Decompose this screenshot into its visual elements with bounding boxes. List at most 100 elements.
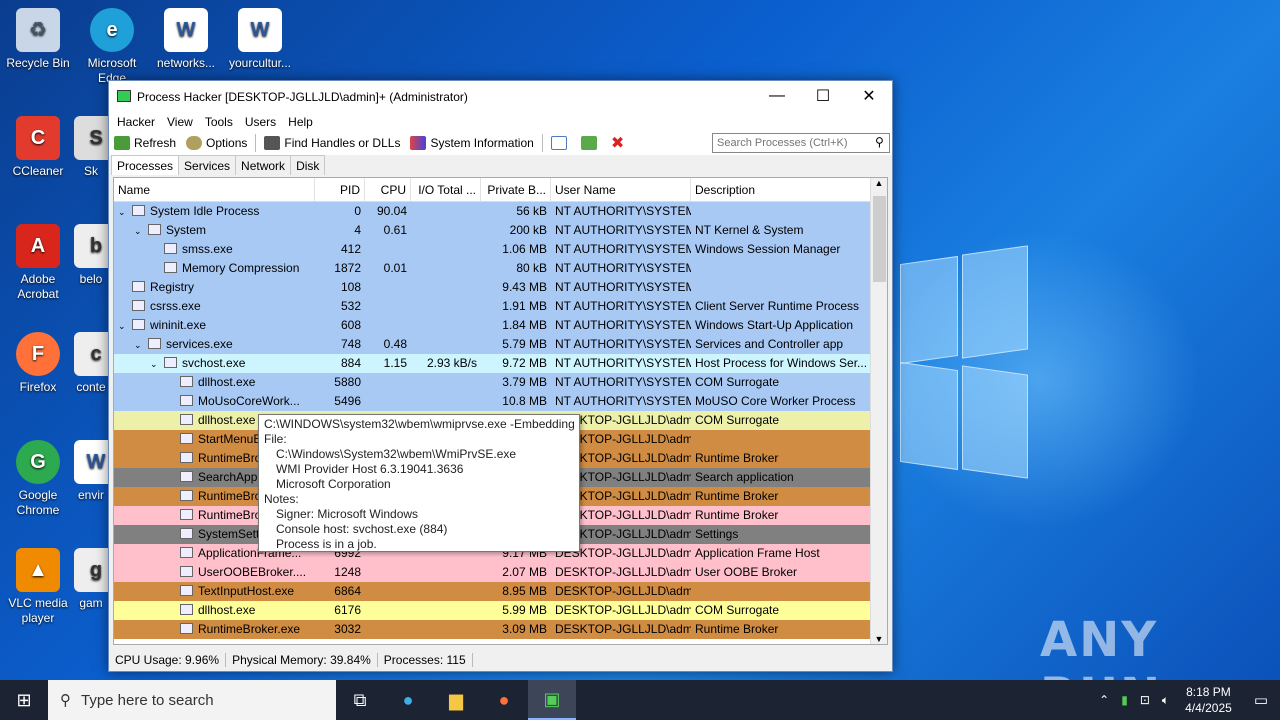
process-user-cell: DESKTOP-JGLLJLD\admi bbox=[555, 603, 691, 617]
taskbar-process-hacker[interactable]: ▣ bbox=[528, 680, 576, 720]
start-button[interactable]: ⊞ bbox=[0, 680, 48, 720]
process-row[interactable]: Memory Compression 1872 0.01 80 kB NT AUTHOR… bbox=[114, 259, 887, 278]
process-row[interactable]: dllhost.exe 5880 3.79 MB NT AUTHORITY\SYSTE… bbox=[114, 373, 887, 392]
process-row[interactable]: TextInputHost.exe 6864 8.95 MB DESKTOP-JGLL… bbox=[114, 582, 887, 601]
tooltip-line: File: bbox=[264, 432, 287, 446]
scrollbar-thumb[interactable] bbox=[873, 196, 886, 282]
process-name-cell: TextInputHost.exe bbox=[114, 582, 315, 601]
process-row[interactable]: dllhost.exe 6176 5.99 MB DESKTOP-JGLLJLD\ad… bbox=[114, 601, 887, 620]
network-icon[interactable]: ⊡ bbox=[1140, 693, 1150, 707]
scroll-down-icon[interactable]: ▼ bbox=[871, 634, 887, 644]
clock[interactable]: 8:18 PM 4/4/2025 bbox=[1185, 684, 1232, 716]
process-name: Registry bbox=[150, 280, 195, 294]
process-row[interactable]: MoUsoCoreWork... 5496 10.8 MB NT AUTHORITY\… bbox=[114, 392, 887, 411]
desktop-icon-conte[interactable]: c conte bbox=[74, 332, 108, 395]
desktop-icon-belo[interactable]: b belo bbox=[74, 224, 108, 287]
task-view-button[interactable]: ⧉ bbox=[336, 680, 384, 720]
process-desc-cell bbox=[691, 202, 871, 221]
title-bar[interactable]: Process Hacker [DESKTOP-JGLLJLD\admin]+ … bbox=[109, 81, 892, 113]
taskbar-firefox[interactable]: ● bbox=[480, 680, 528, 720]
column-description[interactable]: Description bbox=[691, 178, 871, 201]
process-row[interactable]: smss.exe 412 1.06 MB NT AUTHORITY\SYSTEM Win… bbox=[114, 240, 887, 259]
taskbar-file-explorer[interactable]: ▆ bbox=[432, 680, 480, 720]
process-priv-cell: 5.99 MB bbox=[502, 603, 547, 617]
column-cpu[interactable]: CPU bbox=[365, 178, 411, 201]
desktop-icon-networks-doc[interactable]: W networks... bbox=[148, 8, 224, 71]
desktop-icon-edge[interactable]: e Microsoft Edge bbox=[74, 8, 150, 86]
process-user-cell: NT AUTHORITY\SYSTEM bbox=[555, 204, 691, 218]
search-processes-input[interactable] bbox=[712, 133, 890, 153]
process-row[interactable]: UserOOBEBroker.... 1248 2.07 MB DESKTOP-JGL… bbox=[114, 563, 887, 582]
maximize-button[interactable]: ☐ bbox=[800, 81, 846, 111]
expand-chevron-icon[interactable]: ⌄ bbox=[134, 226, 148, 237]
process-io-cell bbox=[411, 297, 481, 316]
process-name: System Idle Process bbox=[150, 204, 260, 218]
taskbar-search[interactable]: ⚲ Type here to search bbox=[48, 680, 336, 720]
process-priv-cell: 9.72 MB bbox=[502, 356, 547, 370]
go-to-button[interactable] bbox=[576, 136, 606, 150]
expand-chevron-icon[interactable]: ⌄ bbox=[118, 207, 132, 218]
menu-help[interactable]: Help bbox=[282, 113, 319, 131]
minimize-button[interactable]: — bbox=[754, 81, 800, 111]
process-io-cell bbox=[411, 221, 481, 240]
column-user-name[interactable]: User Name bbox=[551, 178, 691, 201]
process-row[interactable]: RuntimeBroker.exe 3032 3.09 MB DESKTOP-JGLL… bbox=[114, 620, 887, 639]
tab-disk[interactable]: Disk bbox=[290, 155, 326, 175]
process-row[interactable]: ⌄ System Idle Process 0 90.04 56 kB NT AUTHOR… bbox=[114, 202, 887, 221]
desktop-icon-ccleaner[interactable]: C CCleaner bbox=[0, 116, 76, 179]
process-row[interactable]: Registry 108 9.43 MB NT AUTHORITY\SYSTEM bbox=[114, 278, 887, 297]
process-priv-cell: 2.07 MB bbox=[502, 565, 547, 579]
process-hacker-tray-icon[interactable]: ▮ bbox=[1121, 693, 1128, 707]
desktop-icon-gam[interactable]: g gam bbox=[74, 548, 108, 611]
process-row[interactable]: ⌄ services.exe 748 0.48 5.79 MB NT AUTHORITY\… bbox=[114, 335, 887, 354]
search-icon: ⚲ bbox=[60, 692, 71, 709]
process-desc-cell: Runtime Broker bbox=[695, 489, 779, 503]
firefox-icon: ● bbox=[498, 689, 510, 710]
expand-chevron-icon[interactable]: ⌄ bbox=[118, 321, 132, 332]
menu-hacker[interactable]: Hacker bbox=[111, 113, 161, 131]
terminate-button[interactable]: ✖ bbox=[606, 133, 629, 153]
task-view-icon: ⧉ bbox=[353, 689, 367, 710]
options-button[interactable]: Options bbox=[181, 136, 252, 150]
desktop-icon-sk[interactable]: S Sk bbox=[74, 116, 108, 179]
speaker-icon[interactable]: 🔈︎ bbox=[1162, 693, 1169, 708]
expand-chevron-icon[interactable]: ⌄ bbox=[150, 359, 164, 370]
desktop-icon-recycle-bin[interactable]: ♻ Recycle Bin bbox=[0, 8, 76, 71]
process-row[interactable]: ⌄ System 4 0.61 200 kB NT AUTHORITY\SYSTEM NT … bbox=[114, 221, 887, 240]
expand-chevron-icon[interactable]: ⌄ bbox=[134, 340, 148, 351]
process-row[interactable]: csrss.exe 532 1.91 MB NT AUTHORITY\SYSTEM Cl… bbox=[114, 297, 887, 316]
desktop-icon-acrobat[interactable]: A Adobe Acrobat bbox=[0, 224, 76, 302]
find-handles-button[interactable]: Find Handles or DLLs bbox=[259, 136, 405, 150]
desktop-icon-firefox[interactable]: F Firefox bbox=[0, 332, 76, 395]
column-name[interactable]: Name bbox=[114, 178, 315, 201]
refresh-button[interactable]: Refresh bbox=[109, 136, 181, 150]
process-row[interactable]: ⌄ svchost.exe 884 1.15 2.93 kB/s 9.72 MB NT AU… bbox=[114, 354, 887, 373]
system-information-button[interactable]: System Information bbox=[405, 136, 538, 150]
process-row[interactable]: ⌄ wininit.exe 608 1.84 MB NT AUTHORITY\SYSTE… bbox=[114, 316, 887, 335]
notifications-icon[interactable]: ▭ bbox=[1254, 691, 1268, 709]
tooltip-line: WMI Provider Host 6.3.19041.3636 bbox=[276, 462, 464, 476]
menu-users[interactable]: Users bbox=[239, 113, 282, 131]
tab-network[interactable]: Network bbox=[235, 155, 292, 175]
chevron-up-icon[interactable]: ⌃ bbox=[1099, 693, 1109, 707]
column-private-bytes[interactable]: Private B... bbox=[481, 178, 551, 201]
search-icon[interactable]: ⚲ bbox=[875, 135, 884, 149]
menu-tools[interactable]: Tools bbox=[199, 113, 239, 131]
tab-services[interactable]: Services bbox=[178, 155, 237, 175]
close-button[interactable]: ✕ bbox=[846, 81, 892, 111]
tab-processes[interactable]: Processes bbox=[111, 155, 180, 175]
gear-icon bbox=[186, 136, 203, 150]
process-name: smss.exe bbox=[182, 242, 233, 256]
menu-view[interactable]: View bbox=[161, 113, 199, 131]
process-name: Memory Compression bbox=[182, 261, 300, 275]
column-io-total[interactable]: I/O Total ... bbox=[411, 178, 481, 201]
desktop-icon-envir[interactable]: W envir bbox=[74, 440, 108, 503]
scroll-up-icon[interactable]: ▲ bbox=[871, 178, 887, 188]
window-button[interactable] bbox=[546, 136, 576, 150]
desktop-icon-chrome[interactable]: G Google Chrome bbox=[0, 440, 76, 518]
desktop-icon-yourculture-doc[interactable]: W yourcultur... bbox=[222, 8, 298, 71]
taskbar-edge[interactable]: ● bbox=[384, 680, 432, 720]
desktop-icon-vlc[interactable]: ▲ VLC media player bbox=[0, 548, 76, 626]
vertical-scrollbar[interactable]: ▲ ▼ bbox=[870, 178, 887, 644]
column-pid[interactable]: PID bbox=[315, 178, 365, 201]
